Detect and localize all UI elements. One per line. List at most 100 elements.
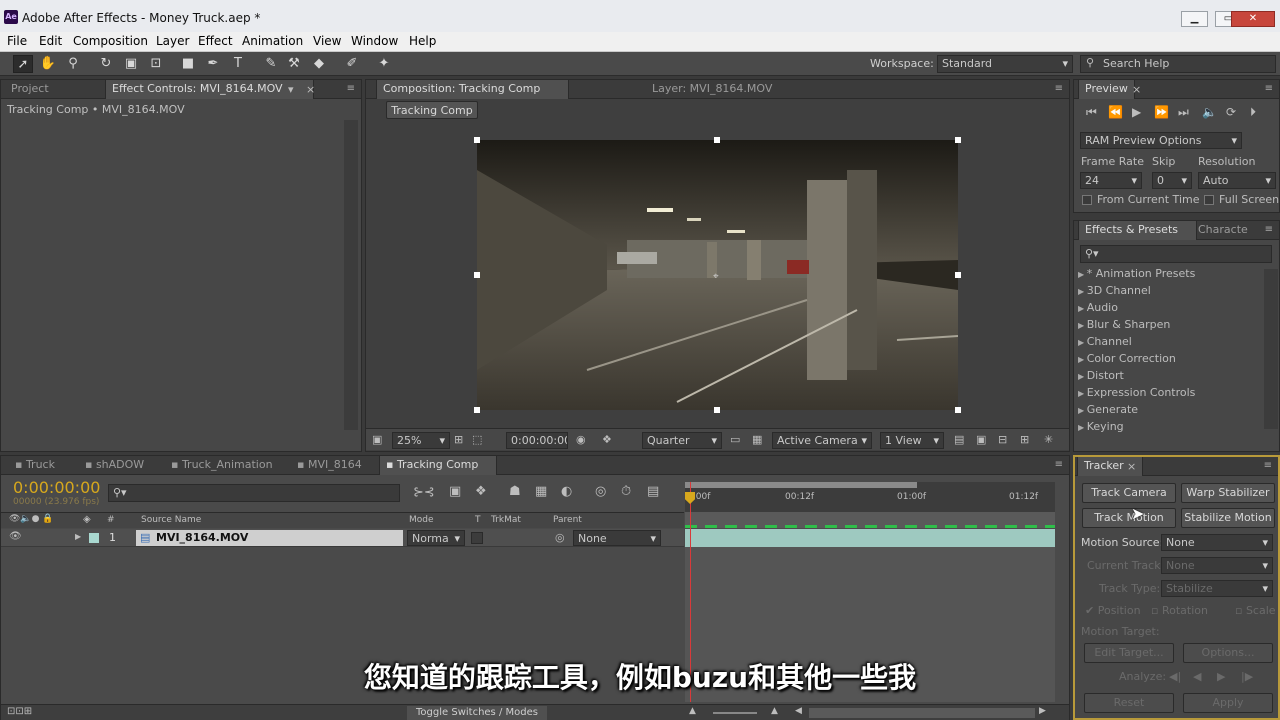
zoom-tool-icon[interactable]: ⚲ — [63, 55, 83, 73]
tab-character[interactable]: Characte — [1192, 221, 1254, 240]
menu-file[interactable]: File — [7, 34, 27, 48]
panel-menu-icon[interactable]: ≡ — [347, 83, 355, 94]
tab-mvi-8164[interactable]: ▪ MVI_8164 — [291, 456, 368, 475]
type-tool-icon[interactable]: T — [228, 55, 248, 73]
full-screen-checkbox[interactable] — [1204, 195, 1214, 205]
fast-previews-icon[interactable]: ▭ — [730, 433, 740, 446]
draft-3d-icon[interactable]: ❖ — [475, 484, 487, 499]
scrollbar[interactable] — [344, 120, 358, 430]
toggle-switches-modes-button[interactable]: Toggle Switches / Modes — [407, 706, 547, 720]
camera-tool-icon[interactable]: ▣ — [121, 55, 141, 73]
tab-close-icon[interactable]: × — [1127, 460, 1136, 473]
magnification-dropdown[interactable]: 25% — [392, 432, 450, 449]
snapshot-icon[interactable]: ◉ — [576, 433, 586, 446]
time-ruler[interactable]: 0:00f 00:12f 01:00f 01:12f — [685, 482, 1055, 512]
tab-effect-controls[interactable]: Effect Controls: MVI_8164.MOV — [105, 80, 314, 99]
rotation-checkbox[interactable]: ▫ Rotation — [1151, 604, 1208, 617]
ram-preview-icon[interactable]: ⏵ — [1250, 105, 1256, 120]
timeline-search-input[interactable]: ⚲▾ — [108, 484, 400, 502]
list-item[interactable]: ▶ * Animation Presets — [1078, 267, 1195, 280]
panel-menu-icon[interactable]: ≡ — [1265, 83, 1273, 94]
current-time-field[interactable]: 0:00:00:00 — [506, 432, 568, 449]
warp-stabilizer-button[interactable]: Warp Stabilizer — [1181, 483, 1275, 503]
panel-menu-icon[interactable]: ≡ — [1264, 460, 1272, 471]
live-update-icon[interactable]: ▣ — [449, 484, 461, 499]
list-item[interactable]: ▶ Distort — [1078, 369, 1124, 382]
scrollbar[interactable] — [1264, 269, 1278, 429]
transparency-grid-icon[interactable]: ▦ — [752, 433, 762, 446]
toggle-pixel-aspect-icon[interactable]: ▤ — [954, 433, 964, 446]
horizontal-scrollbar[interactable] — [809, 708, 1035, 718]
column-trkmat[interactable]: TrkMat — [491, 515, 521, 525]
selection-tool-icon[interactable]: ➚ — [13, 55, 33, 73]
column-mode[interactable]: Mode — [409, 515, 434, 525]
transform-handle[interactable] — [474, 407, 480, 413]
frame-blending-icon[interactable]: ▦ — [535, 484, 547, 499]
tab-truck-animation[interactable]: ▪ Truck_Animation — [165, 456, 279, 475]
from-current-time-checkbox[interactable] — [1082, 195, 1092, 205]
audio-icon[interactable]: 🔈 — [1202, 105, 1217, 119]
tab-effects-presets[interactable]: Effects & Presets — [1078, 221, 1197, 240]
transform-handle[interactable] — [714, 407, 720, 413]
list-item[interactable]: ▶ Keying — [1078, 420, 1124, 433]
panel-menu-icon[interactable]: ≡ — [1265, 224, 1273, 235]
view-layout-dropdown[interactable]: 1 View — [880, 432, 944, 449]
comp-mini-flowchart-icon[interactable]: ⊱⊰ — [413, 485, 435, 500]
motion-blur-icon[interactable]: ◐ — [561, 484, 572, 499]
menu-help[interactable]: Help — [409, 34, 436, 48]
layer-label-color[interactable] — [89, 533, 99, 543]
timeline-icon[interactable]: ⊟ — [998, 433, 1007, 446]
tab-truck[interactable]: ▪ Truck — [9, 456, 61, 475]
clone-stamp-tool-icon[interactable]: ⚒ — [284, 55, 304, 73]
ram-preview-options-dropdown[interactable]: RAM Preview Options — [1080, 132, 1242, 149]
auto-keyframe-icon[interactable]: ⏱ — [621, 484, 631, 499]
tab-project[interactable]: Project — [5, 80, 55, 99]
flowchart-icon[interactable]: ⊞ — [1020, 433, 1029, 446]
preserve-transparency-checkbox[interactable] — [471, 532, 483, 544]
transform-handle[interactable] — [955, 407, 961, 413]
hand-tool-icon[interactable]: ✋ — [38, 55, 58, 73]
zoom-out-icon[interactable]: ▲ — [689, 706, 696, 716]
layer-name[interactable]: ▤ MVI_8164.MOV — [136, 530, 403, 546]
camera-dropdown[interactable]: Active Camera — [772, 432, 872, 449]
resolution-dropdown[interactable]: Auto — [1198, 172, 1276, 189]
brainstorm-icon[interactable]: ◎ — [595, 484, 606, 499]
first-frame-icon[interactable]: ⏮ — [1086, 105, 1097, 120]
reset-button[interactable]: Reset — [1084, 693, 1174, 713]
list-item[interactable]: ▶ Expression Controls — [1078, 386, 1195, 399]
resolution-dropdown[interactable]: Quarter — [642, 432, 722, 449]
tab-preview[interactable]: Preview — [1078, 80, 1135, 99]
roto-brush-tool-icon[interactable]: ✐ — [342, 55, 362, 73]
tab-layer[interactable]: Layer: MVI_8164.MOV — [646, 80, 778, 99]
minimize-button[interactable]: ▁ — [1181, 11, 1208, 27]
frame-rate-dropdown[interactable]: 24 — [1080, 172, 1142, 189]
workspace-dropdown[interactable]: Standard — [937, 55, 1073, 73]
tab-close-icon[interactable]: × — [306, 83, 315, 96]
tab-dropdown-icon[interactable]: ▾ — [288, 83, 294, 96]
eraser-tool-icon[interactable]: ◆ — [309, 55, 329, 73]
menu-animation[interactable]: Animation — [242, 34, 303, 48]
scale-checkbox[interactable]: ▫ Scale — [1235, 604, 1276, 617]
rotate-tool-icon[interactable]: ↻ — [96, 55, 116, 73]
menu-effect[interactable]: Effect — [198, 34, 233, 48]
scroll-right-icon[interactable]: ▶ — [1039, 706, 1046, 716]
column-t[interactable]: T — [475, 515, 481, 525]
tab-tracking-comp[interactable]: ▪ Tracking Comp — [379, 456, 498, 475]
work-area-bar[interactable] — [685, 482, 917, 488]
tab-composition[interactable]: Composition: Tracking Comp — [376, 80, 570, 99]
rectangle-tool-icon[interactable]: ■ — [178, 55, 198, 73]
column-parent[interactable]: Parent — [553, 515, 582, 525]
timeline-timecode[interactable]: 0:00:00:00 — [13, 478, 100, 497]
menu-edit[interactable]: Edit — [39, 34, 62, 48]
panel-menu-icon[interactable]: ≡ — [1055, 459, 1063, 470]
transform-handle[interactable] — [714, 137, 720, 143]
anchor-point-icon[interactable]: ⌖ — [713, 271, 719, 282]
transform-handle[interactable] — [474, 272, 480, 278]
skip-dropdown[interactable]: 0 — [1152, 172, 1192, 189]
graph-editor-icon[interactable]: ▤ — [647, 484, 659, 499]
list-item[interactable]: ▶ Blur & Sharpen — [1078, 318, 1170, 331]
tab-close-icon[interactable]: × — [1132, 83, 1141, 96]
play-icon[interactable]: ▶ — [1132, 105, 1141, 119]
effects-search-input[interactable]: ⚲▾ — [1080, 245, 1272, 263]
exposure-icon[interactable]: ✳ — [1044, 433, 1053, 446]
